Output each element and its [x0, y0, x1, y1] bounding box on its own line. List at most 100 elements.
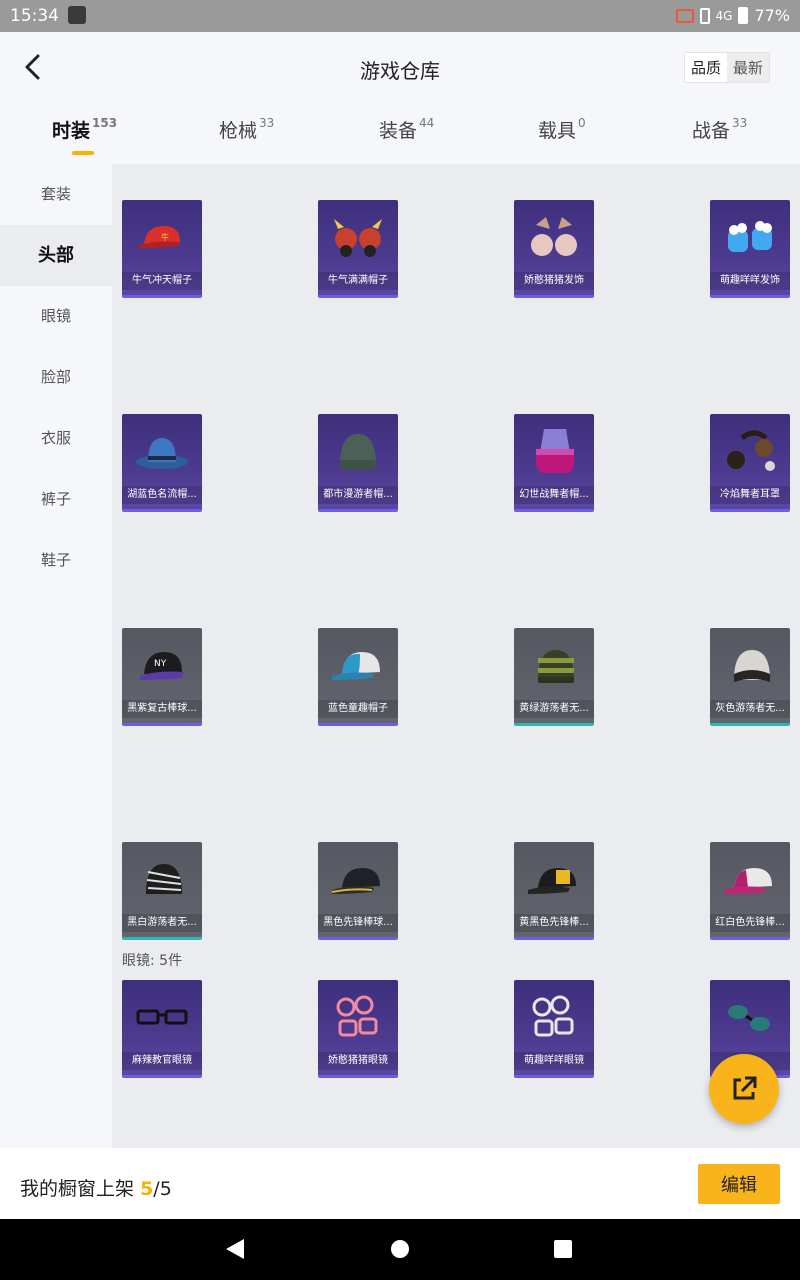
item-card[interactable]: 湖蓝色名流帽...	[122, 414, 202, 512]
tab-supplies[interactable]: 战备 33	[692, 116, 747, 143]
header: 游戏仓库 品质 最新	[0, 32, 800, 102]
item-name: 湖蓝色名流帽...	[122, 486, 202, 504]
item-card[interactable]: 娇憨猪猪发饰	[514, 200, 594, 298]
item-name: 萌趣咩咩发饰	[710, 272, 790, 290]
item-name: 红白色先锋棒...	[710, 914, 790, 932]
item-card[interactable]: 灰色游荡者无...	[710, 628, 790, 726]
black-purple-cap-icon: NY	[132, 638, 192, 694]
nav-home-icon[interactable]	[391, 1240, 409, 1258]
yellow-green-beanie-icon	[524, 638, 584, 694]
item-card[interactable]: 黄绿游荡者无...	[514, 628, 594, 726]
item-name: 黑白游荡者无...	[122, 914, 202, 932]
item-name: 幻世战舞者帽...	[514, 486, 594, 504]
showcase-current-count: 5	[140, 1178, 154, 1200]
sort-latest-button[interactable]: 最新	[727, 53, 769, 82]
item-name: 麻辣教官眼镜	[122, 1052, 202, 1070]
battery-level: 77%	[754, 6, 790, 25]
pink-glasses-icon	[328, 990, 388, 1046]
teal-sunglasses-icon	[720, 990, 780, 1046]
system-nav-bar	[0, 1219, 800, 1280]
share-button[interactable]	[709, 1054, 779, 1124]
signal-label: 4G	[715, 8, 733, 23]
item-name: 黄绿游荡者无...	[514, 700, 594, 718]
black-pioneer-cap-icon	[328, 852, 388, 908]
sidebar-item-glasses[interactable]: 眼镜	[0, 286, 112, 347]
item-card[interactable]: 牛 牛气冲天帽子	[122, 200, 202, 298]
item-name: 黄黑色先锋棒...	[514, 914, 594, 932]
tab-vehicles[interactable]: 载具 0	[538, 116, 586, 143]
sheep-hair-accessory-icon	[720, 210, 780, 266]
item-card[interactable]: 牛气满满帽子	[318, 200, 398, 298]
item-card[interactable]: 幻世战舞者帽...	[514, 414, 594, 512]
red-white-cap-icon	[720, 852, 780, 908]
item-name: 黑色先锋棒球...	[318, 914, 398, 932]
white-glasses-icon	[524, 990, 584, 1046]
nav-back-icon[interactable]	[226, 1239, 244, 1259]
pig-hair-accessory-icon	[524, 210, 584, 266]
item-card[interactable]: 冷焰舞者耳罩	[710, 414, 790, 512]
gray-beanie-icon	[720, 638, 780, 694]
sidebar-item-clothes[interactable]: 衣服	[0, 408, 112, 469]
sidebar-item-pants[interactable]: 裤子	[0, 469, 112, 530]
glasses-section-title: 眼镜: 5件	[122, 953, 183, 969]
item-card[interactable]: 萌趣咩咩眼镜	[514, 980, 594, 1078]
sidebar: 套装 头部 眼镜 脸部 衣服 裤子 鞋子	[0, 164, 112, 1148]
page-title: 游戏仓库	[360, 59, 440, 83]
item-name: 灰色游荡者无...	[710, 700, 790, 718]
bull-horn-hat-icon	[328, 210, 388, 266]
sort-quality-button[interactable]: 品质	[684, 53, 727, 82]
item-card[interactable]: 蓝色童趣帽子	[318, 628, 398, 726]
tab-equipment[interactable]: 装备 44	[379, 116, 434, 143]
item-name: 娇憨猪猪眼镜	[318, 1052, 398, 1070]
tab-fashion[interactable]: 时装 153	[52, 116, 117, 155]
status-icons: 4G 77%	[675, 6, 790, 25]
item-name: 冷焰舞者耳罩	[710, 486, 790, 504]
blue-fedora-icon	[132, 424, 192, 480]
beanie-icon	[328, 424, 388, 480]
status-time: 15:34	[10, 6, 59, 26]
yellow-black-cap-icon	[524, 852, 584, 908]
red-cap-icon: 牛	[132, 210, 192, 266]
battery-icon	[738, 7, 749, 24]
app-notification-icon	[68, 6, 86, 24]
category-tabs: 时装 153 枪械 33 装备 44 载具 0 战备 33	[0, 102, 800, 164]
sidebar-item-shoes[interactable]: 鞋子	[0, 530, 112, 591]
item-name: 萌趣咩咩眼镜	[514, 1052, 594, 1070]
sidebar-item-head[interactable]: 头部	[0, 225, 112, 286]
svg-text:牛: 牛	[161, 232, 169, 242]
blue-kid-cap-icon	[328, 638, 388, 694]
item-card[interactable]: 黄黑色先锋棒...	[514, 842, 594, 940]
item-grid: 牛 牛气冲天帽子 牛气满满帽子 娇憨猪猪发饰 萌趣咩咩发饰 湖蓝色名流帽... …	[112, 164, 800, 1148]
sidebar-item-face[interactable]: 脸部	[0, 347, 112, 408]
item-card[interactable]: 娇憨猪猪眼镜	[318, 980, 398, 1078]
item-name: 黑紫复古棒球...	[122, 700, 202, 718]
vibrate-icon	[699, 7, 710, 24]
nav-recents-icon[interactable]	[554, 1240, 572, 1258]
showcase-bar: 我的橱窗上架 5/5 编辑	[0, 1148, 800, 1219]
item-card[interactable]: NY 黑紫复古棒球...	[122, 628, 202, 726]
item-name: 都市漫游者帽...	[318, 486, 398, 504]
cast-icon	[675, 8, 694, 23]
item-card[interactable]: 黑色先锋棒球...	[318, 842, 398, 940]
edit-button[interactable]: 编辑	[698, 1164, 780, 1204]
item-name: 牛气满满帽子	[318, 272, 398, 290]
dancer-hat-icon	[524, 424, 584, 480]
item-card[interactable]: 萌趣咩咩发饰	[710, 200, 790, 298]
sort-toggle: 品质 最新	[683, 52, 770, 83]
status-bar: 15:34 4G 77%	[0, 0, 800, 32]
sidebar-item-set[interactable]: 套装	[0, 164, 112, 225]
earmuff-icon	[720, 424, 780, 480]
external-link-icon	[733, 1076, 757, 1100]
showcase-status: 我的橱窗上架 5/5	[20, 1178, 172, 1200]
black-glasses-icon	[132, 990, 192, 1046]
item-card[interactable]: 麻辣教官眼镜	[122, 980, 202, 1078]
item-card[interactable]: 红白色先锋棒...	[710, 842, 790, 940]
zebra-beanie-icon	[132, 852, 192, 908]
item-name: 娇憨猪猪发饰	[514, 272, 594, 290]
item-name: 蓝色童趣帽子	[318, 700, 398, 718]
showcase-total-count: /5	[153, 1178, 172, 1200]
tab-guns[interactable]: 枪械 33	[219, 116, 274, 143]
item-card[interactable]: 黑白游荡者无...	[122, 842, 202, 940]
svg-text:NY: NY	[154, 659, 167, 669]
item-card[interactable]: 都市漫游者帽...	[318, 414, 398, 512]
